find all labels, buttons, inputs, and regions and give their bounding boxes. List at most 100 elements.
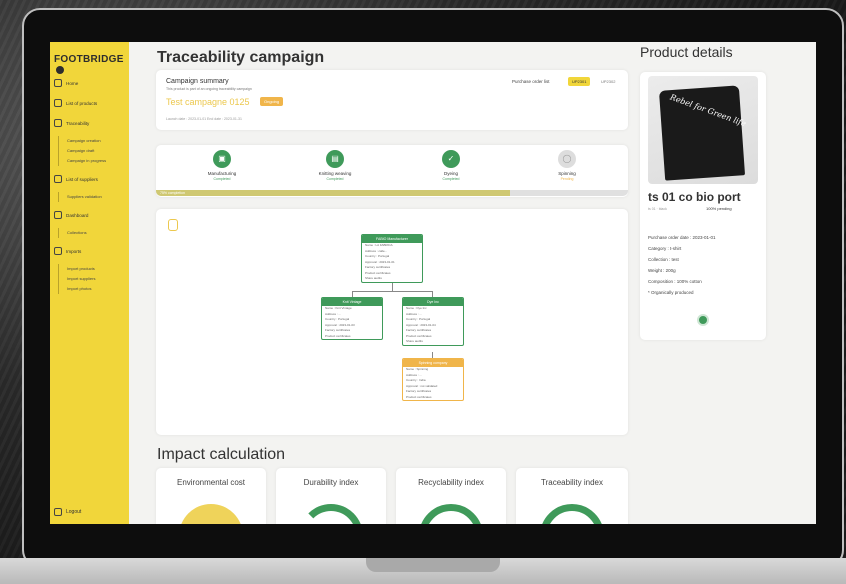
step-label: Knitting weaving [318, 171, 352, 176]
list-icon [54, 99, 62, 107]
sidebar-subitem-campaign-progress[interactable]: Campaign in progress [58, 156, 126, 166]
sidebar-subitem-collections[interactable]: Collections [58, 228, 126, 238]
purchase-order-label: Purchase order list [512, 79, 550, 84]
product-details-title: Product details [640, 44, 733, 60]
sidebar-item-dashboard[interactable]: Dashboard [54, 208, 126, 222]
laptop-notch [366, 558, 500, 572]
import-icon [54, 247, 62, 255]
metric-label: Traceability index [541, 478, 603, 487]
product-info-line: Weight : 200g [648, 268, 676, 273]
sidebar-subitem-import-products[interactable]: Import products [58, 264, 126, 274]
sidebar-subitem-suppliers-validation[interactable]: Suppliers validation [58, 192, 126, 202]
step-status: Completed [442, 177, 460, 181]
durability-gauge [299, 504, 363, 524]
page-title: Traceability campaign [157, 49, 325, 66]
supplier-node-dyeing[interactable]: Dye Inc Name : Dye Inc Address : ... Cou… [402, 297, 464, 346]
progress-fill [156, 190, 510, 196]
suppliers-icon [54, 175, 62, 183]
metric-label: Durability index [303, 478, 359, 487]
product-info-line: Collection : test [648, 257, 679, 262]
node-line: Product certificates [406, 394, 432, 399]
summary-title: Campaign summary [166, 78, 229, 85]
campaign-name: Test campagne 0125 [166, 97, 250, 107]
purchase-order-chip[interactable]: UP2301 [568, 77, 591, 86]
campaign-summary-card: Campaign summary This product is part of… [156, 70, 628, 130]
logout-button[interactable]: Logout [54, 508, 81, 516]
node-title: Knit Vintage [322, 298, 382, 306]
traceability-gauge [540, 504, 604, 524]
step-label: Manufacturing [207, 171, 237, 176]
product-image: Rebel for Green life [648, 76, 758, 184]
product-info-line: * Organically produced [648, 290, 694, 295]
node-line: Share audits [406, 339, 423, 343]
product-reference: ts 01 · black [648, 207, 667, 211]
sidebar-item-traceability[interactable]: Traceability [54, 116, 126, 130]
campaign-progress-bar: 75% completion [156, 190, 628, 196]
node-title: FABIO Manufacturer [362, 235, 422, 243]
sidebar-item-label: Imports [66, 248, 82, 254]
tree-connector [392, 281, 393, 291]
purchase-order-chip-2[interactable]: UP2302 [601, 79, 615, 84]
knitting-icon: ▤ [326, 150, 344, 168]
metric-label: Environmental cost [176, 478, 246, 487]
tree-connector [352, 291, 433, 292]
logout-icon [54, 508, 62, 516]
step-spinning[interactable]: ◯ Spinning Pending [527, 150, 607, 181]
supplier-node-manufacturer[interactable]: FABIO Manufacturer Name : LA FABRICA Add… [361, 234, 423, 283]
step-status: Completed [326, 177, 344, 181]
logo-text: FOOTBRIDGE [54, 54, 124, 65]
sidebar-item-suppliers[interactable]: List of suppliers [54, 172, 126, 186]
node-title: Dye Inc [403, 298, 463, 306]
sidebar-nav: Home List of products Traceability Campa… [54, 76, 126, 294]
traceability-icon [54, 119, 62, 127]
spinning-icon: ◯ [558, 150, 576, 168]
app-logo[interactable]: FOOTBRIDGE [54, 54, 129, 76]
node-line: Share audits [365, 276, 382, 280]
node-line: Product certificates [325, 333, 351, 338]
environmental-gauge [179, 504, 243, 524]
step-status: Completed [213, 177, 231, 181]
metric-durability: Durability index [276, 468, 386, 524]
sidebar-item-label: Dashboard [66, 212, 89, 218]
step-manufacturing[interactable]: ▣ Manufacturing Completed [182, 150, 262, 181]
metric-environmental-cost: Environmental cost [156, 468, 266, 524]
step-knitting[interactable]: ▤ Knitting weaving Completed [295, 150, 375, 181]
metric-recyclability: Recyclability index [396, 468, 506, 524]
supplier-tree-card: FABIO Manufacturer Name : LA FABRICA Add… [156, 209, 628, 435]
sidebar-subitem-import-suppliers[interactable]: Import suppliers [58, 274, 126, 284]
product-name: ts 01 co bio port [648, 190, 741, 204]
logo-mark-icon [56, 66, 64, 74]
manufacturing-icon: ▣ [213, 150, 231, 168]
progress-text: 75% completion [160, 191, 185, 195]
sidebar-item-imports[interactable]: Imports [54, 244, 126, 258]
product-info-line: Purchase order date : 2023-01-01 [648, 235, 716, 240]
sidebar-subitem-campaign-creation[interactable]: Campaign creation [58, 136, 126, 146]
metric-traceability: Traceability index [516, 468, 628, 524]
sidebar-item-label: Traceability [66, 120, 90, 126]
logout-label: Logout [66, 509, 82, 515]
supplier-node-knitting[interactable]: Knit Vintage Name : Knit Vintage Address… [321, 297, 383, 340]
sidebar-subitem-campaign-draft[interactable]: Campaign draft [58, 146, 126, 156]
recyclability-gauge [419, 504, 483, 524]
sidebar-item-label: List of products [66, 100, 98, 106]
product-info-line: Composition : 100% cotton [648, 279, 702, 284]
product-status-tag: 100% pending [706, 206, 732, 211]
organic-badge-icon [697, 314, 709, 326]
step-dyeing[interactable]: ✓ Dyeing Completed [411, 150, 491, 181]
campaign-steps-card: ▣ Manufacturing Completed ▤ Knitting wea… [156, 145, 628, 197]
sidebar-subitem-import-photos[interactable]: Import photos [58, 284, 126, 294]
pan-hand-icon[interactable] [168, 219, 178, 231]
node-title: Spinning company [403, 359, 463, 367]
impact-title: Impact calculation [157, 446, 286, 463]
sidebar-item-products[interactable]: List of products [54, 96, 126, 110]
dashboard-icon [54, 211, 62, 219]
sidebar-item-home[interactable]: Home [54, 76, 126, 90]
sidebar: FOOTBRIDGE Home List of products Traceab… [50, 42, 129, 524]
product-details-card: Rebel for Green life ts 01 co bio port t… [640, 72, 766, 340]
campaign-status-badge: Ongoing [260, 97, 284, 106]
step-status: Pending [560, 177, 574, 181]
sidebar-item-label: Home [66, 80, 79, 86]
metric-label: Recyclability index [418, 478, 484, 487]
supplier-node-spinning[interactable]: Spinning company Name : Spinning Address… [402, 358, 464, 401]
product-info-list: Purchase order date : 2023-01-01 Categor… [648, 232, 716, 298]
